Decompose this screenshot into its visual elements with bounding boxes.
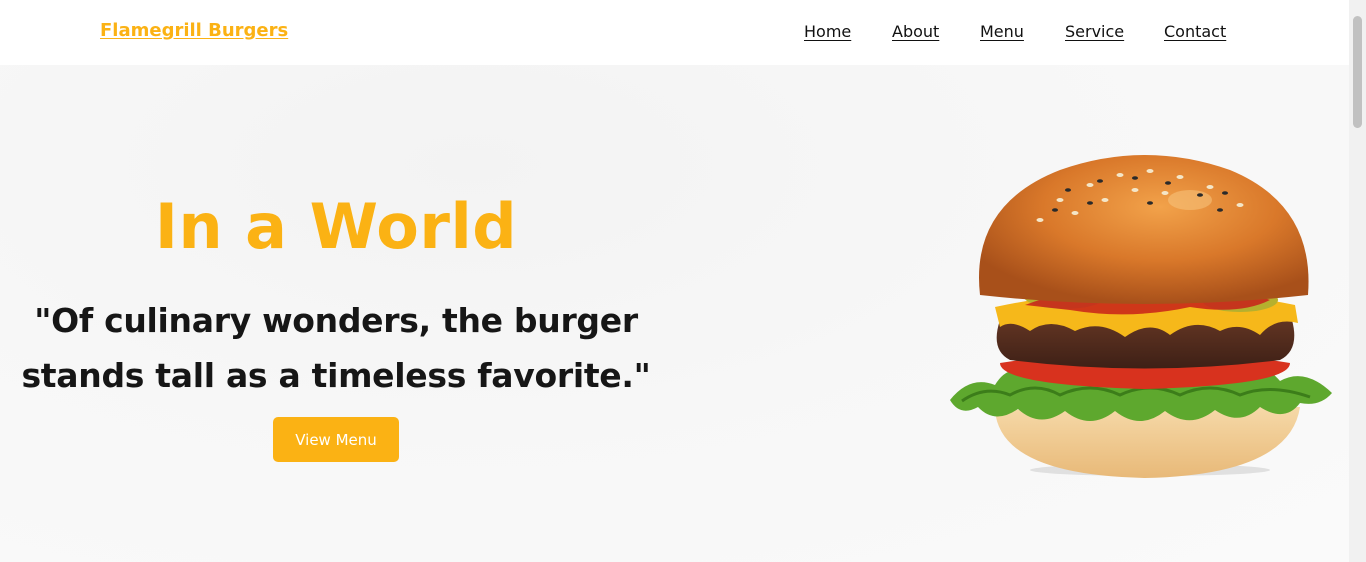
hero-section: In a World "Of culinary wonders, the bur… [0,65,1349,562]
page-scrollbar[interactable] [1349,0,1366,562]
nav-link-home[interactable]: Home [804,22,851,41]
burger-image [950,155,1332,478]
nav-link-contact[interactable]: Contact [1164,22,1226,41]
page: Flamegrill Burgers Home About Menu Servi… [0,0,1366,562]
nav-link-menu[interactable]: Menu [980,22,1024,41]
hero-quote: "Of culinary wonders, the burger stands … [21,301,651,395]
nav-link-about[interactable]: About [892,22,939,41]
nav-link-service[interactable]: Service [1065,22,1124,41]
view-menu-button[interactable]: View Menu [273,417,399,462]
hero-title: In a World [154,190,518,263]
navbar: Flamegrill Burgers Home About Menu Servi… [0,0,1349,65]
scrollbar-thumb[interactable] [1353,16,1362,128]
main-nav: Home About Menu Service Contact [0,22,1349,46]
